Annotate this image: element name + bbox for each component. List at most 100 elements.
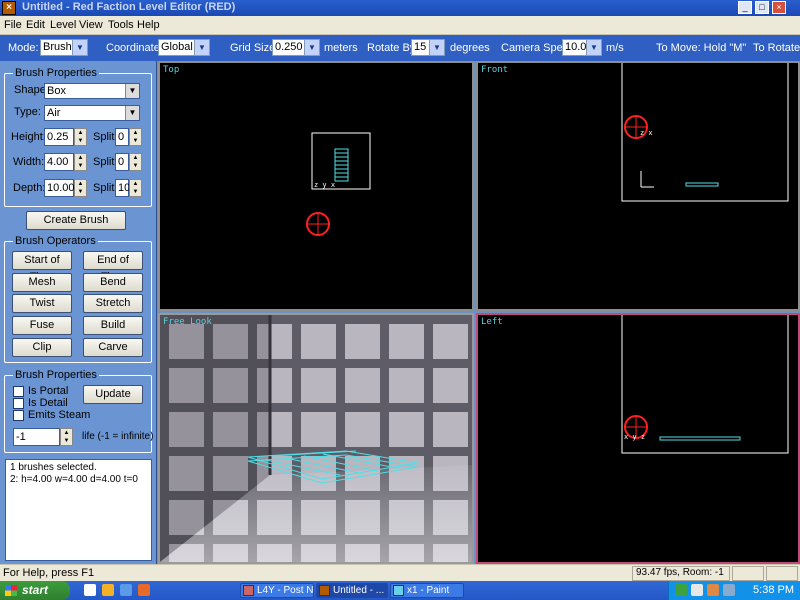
spin-arrows-icon[interactable]: ▲ ▼ bbox=[74, 153, 87, 171]
bend-button[interactable]: Bend bbox=[83, 273, 143, 292]
width-value: 4.00 bbox=[47, 156, 69, 168]
camera-speed-select[interactable]: 10.00 ▼ bbox=[562, 39, 602, 56]
volume-icon[interactable] bbox=[723, 584, 735, 596]
left-viewport[interactable]: Left x y z bbox=[476, 313, 800, 564]
left-panel: Brush Properties Shape: Box ▼ Type: Air ▼ … bbox=[0, 61, 157, 564]
front-viewport[interactable]: Front z x bbox=[476, 61, 800, 311]
mode-select[interactable]: Brush ▼ bbox=[40, 39, 88, 56]
taskbar-item-post[interactable]: L4Y - Post N... bbox=[240, 583, 314, 598]
rotate-unit: degrees bbox=[450, 42, 490, 54]
mesh-smooth-button[interactable]: Mesh Smooth bbox=[12, 273, 72, 305]
spin-arrows-icon[interactable]: ▲ ▼ bbox=[74, 179, 87, 197]
top-viewport[interactable]: Top z y x bbox=[158, 61, 474, 311]
room-outline bbox=[621, 315, 789, 454]
toolbar: Mode: Brush ▼ Coordinates: Global ▼ Grid S… bbox=[0, 35, 800, 61]
menu-help[interactable]: Help bbox=[137, 19, 160, 31]
depth-label: Depth: bbox=[13, 182, 46, 194]
spin-arrows-icon[interactable]: ▲ ▼ bbox=[129, 179, 142, 197]
emits-steam-label: Emits Steam bbox=[28, 409, 91, 421]
depth-split-input[interactable]: 10 ▲ ▼ bbox=[115, 179, 142, 197]
type-select[interactable]: Air ▼ bbox=[44, 105, 140, 121]
app-logo-icon: × bbox=[2, 1, 16, 15]
twist-button[interactable]: Twist bbox=[12, 294, 72, 313]
chevron-down-icon: ▼ bbox=[72, 40, 87, 55]
spin-arrows-icon[interactable]: ▲ ▼ bbox=[60, 428, 73, 446]
is-portal-checkbox[interactable] bbox=[13, 386, 24, 397]
mode-value: Brush bbox=[43, 41, 72, 53]
grid-size-value: 0.250 bbox=[275, 41, 303, 53]
help-hint: For Help, press F1 bbox=[3, 567, 95, 579]
life-input[interactable]: -1 ▲ ▼ bbox=[13, 428, 73, 446]
is-detail-checkbox[interactable] bbox=[13, 398, 24, 409]
depth-input[interactable]: 10.00 ▲ ▼ bbox=[44, 179, 87, 197]
width-input[interactable]: 4.00 ▲ ▼ bbox=[44, 153, 87, 171]
coordinates-select[interactable]: Global ▼ bbox=[158, 39, 210, 56]
clip-button[interactable]: Clip bbox=[12, 338, 72, 357]
grid-size-select[interactable]: 0.250 ▼ bbox=[272, 39, 320, 56]
shape-select[interactable]: Box ▼ bbox=[44, 83, 140, 99]
start-of-time-button[interactable]: Start of Time bbox=[12, 251, 72, 283]
spin-arrows-icon[interactable]: ▲ ▼ bbox=[129, 153, 142, 171]
quicklaunch-icon[interactable] bbox=[102, 584, 114, 596]
type-label: Type: bbox=[14, 106, 41, 118]
width-split-input[interactable]: 0 ▲ ▼ bbox=[115, 153, 142, 171]
selection-info-box[interactable]: 1 brushes selected. 2: h=4.00 w=4.00 d=4… bbox=[5, 459, 152, 561]
status-bar: For Help, press F1 93.47 fps, Room: -1 bbox=[0, 564, 800, 581]
split-label: Split: bbox=[93, 182, 118, 194]
height-split-input[interactable]: 0 ▲ ▼ bbox=[115, 128, 142, 146]
taskbar-item-editor[interactable]: Untitled - ... bbox=[316, 583, 388, 598]
create-brush-button[interactable]: Create Brush bbox=[26, 211, 126, 230]
axis-gizmo-front: z x bbox=[640, 129, 653, 137]
stretch-button[interactable]: Stretch bbox=[83, 294, 143, 313]
axis-gizmo-top: z y x bbox=[314, 181, 335, 189]
carve-button[interactable]: Carve bbox=[83, 338, 143, 357]
mode-label: Mode: bbox=[8, 42, 39, 54]
tray-icon[interactable] bbox=[707, 584, 719, 596]
maximize-button[interactable]: □ bbox=[755, 1, 769, 14]
window-title: Untitled - Red Faction Level Editor (RED… bbox=[22, 1, 236, 13]
browser-icon bbox=[243, 585, 254, 596]
axis-gizmo-left: x y z bbox=[624, 433, 645, 441]
menu-edit[interactable]: Edit bbox=[26, 19, 45, 31]
chevron-down-icon: ▼ bbox=[194, 40, 209, 55]
rotate-by-value: 15 bbox=[414, 41, 427, 53]
taskbar-item-paint[interactable]: x1 - Paint bbox=[390, 583, 464, 598]
shape-value: Box bbox=[47, 85, 66, 97]
menu-tools[interactable]: Tools bbox=[108, 19, 134, 31]
split-label: Split: bbox=[93, 156, 118, 168]
end-of-time-button[interactable]: End of Time bbox=[83, 251, 143, 283]
build-button[interactable]: Build bbox=[83, 316, 143, 335]
taskbar-item-label: x1 - Paint bbox=[407, 585, 450, 596]
spin-arrows-icon[interactable]: ▲ ▼ bbox=[74, 128, 87, 146]
minimize-button[interactable]: _ bbox=[738, 1, 752, 14]
menu-view[interactable]: View bbox=[79, 19, 103, 31]
tray-icon[interactable] bbox=[691, 584, 703, 596]
menu-file[interactable]: File bbox=[4, 19, 22, 31]
quicklaunch-icon[interactable] bbox=[84, 584, 96, 596]
life-hint: life (-1 = infinite) bbox=[82, 431, 154, 442]
fuse-button[interactable]: Fuse bbox=[12, 316, 72, 335]
quicklaunch-icon[interactable] bbox=[138, 584, 150, 596]
grid-unit: meters bbox=[324, 42, 358, 54]
title-bar[interactable]: × Untitled - Red Faction Level Editor (R… bbox=[0, 0, 800, 16]
windows-logo-icon bbox=[5, 585, 17, 596]
height-input[interactable]: 0.25 ▲ ▼ bbox=[44, 128, 87, 146]
rotate-by-select[interactable]: 15 ▼ bbox=[411, 39, 445, 56]
status-pane-2 bbox=[732, 566, 764, 581]
taskbar-item-label: L4Y - Post N... bbox=[257, 585, 314, 596]
start-button[interactable]: start bbox=[0, 581, 70, 600]
brush-properties-title: Brush Properties bbox=[13, 67, 99, 79]
clock[interactable]: 5:38 PM bbox=[753, 584, 794, 596]
update-button[interactable]: Update bbox=[83, 385, 143, 404]
close-button[interactable]: × bbox=[772, 1, 786, 14]
menu-level[interactable]: Level bbox=[50, 19, 76, 31]
tray-icon[interactable] bbox=[675, 584, 687, 596]
status-pane-3 bbox=[766, 566, 798, 581]
start-label: start bbox=[22, 583, 49, 597]
axis-gizmo-origin bbox=[640, 171, 654, 188]
emits-steam-checkbox[interactable] bbox=[13, 410, 24, 421]
spin-arrows-icon[interactable]: ▲ ▼ bbox=[129, 128, 142, 146]
brush-wireframe bbox=[334, 148, 349, 182]
quicklaunch-icon[interactable] bbox=[120, 584, 132, 596]
free-look-viewport[interactable]: Free Look bbox=[158, 313, 474, 564]
